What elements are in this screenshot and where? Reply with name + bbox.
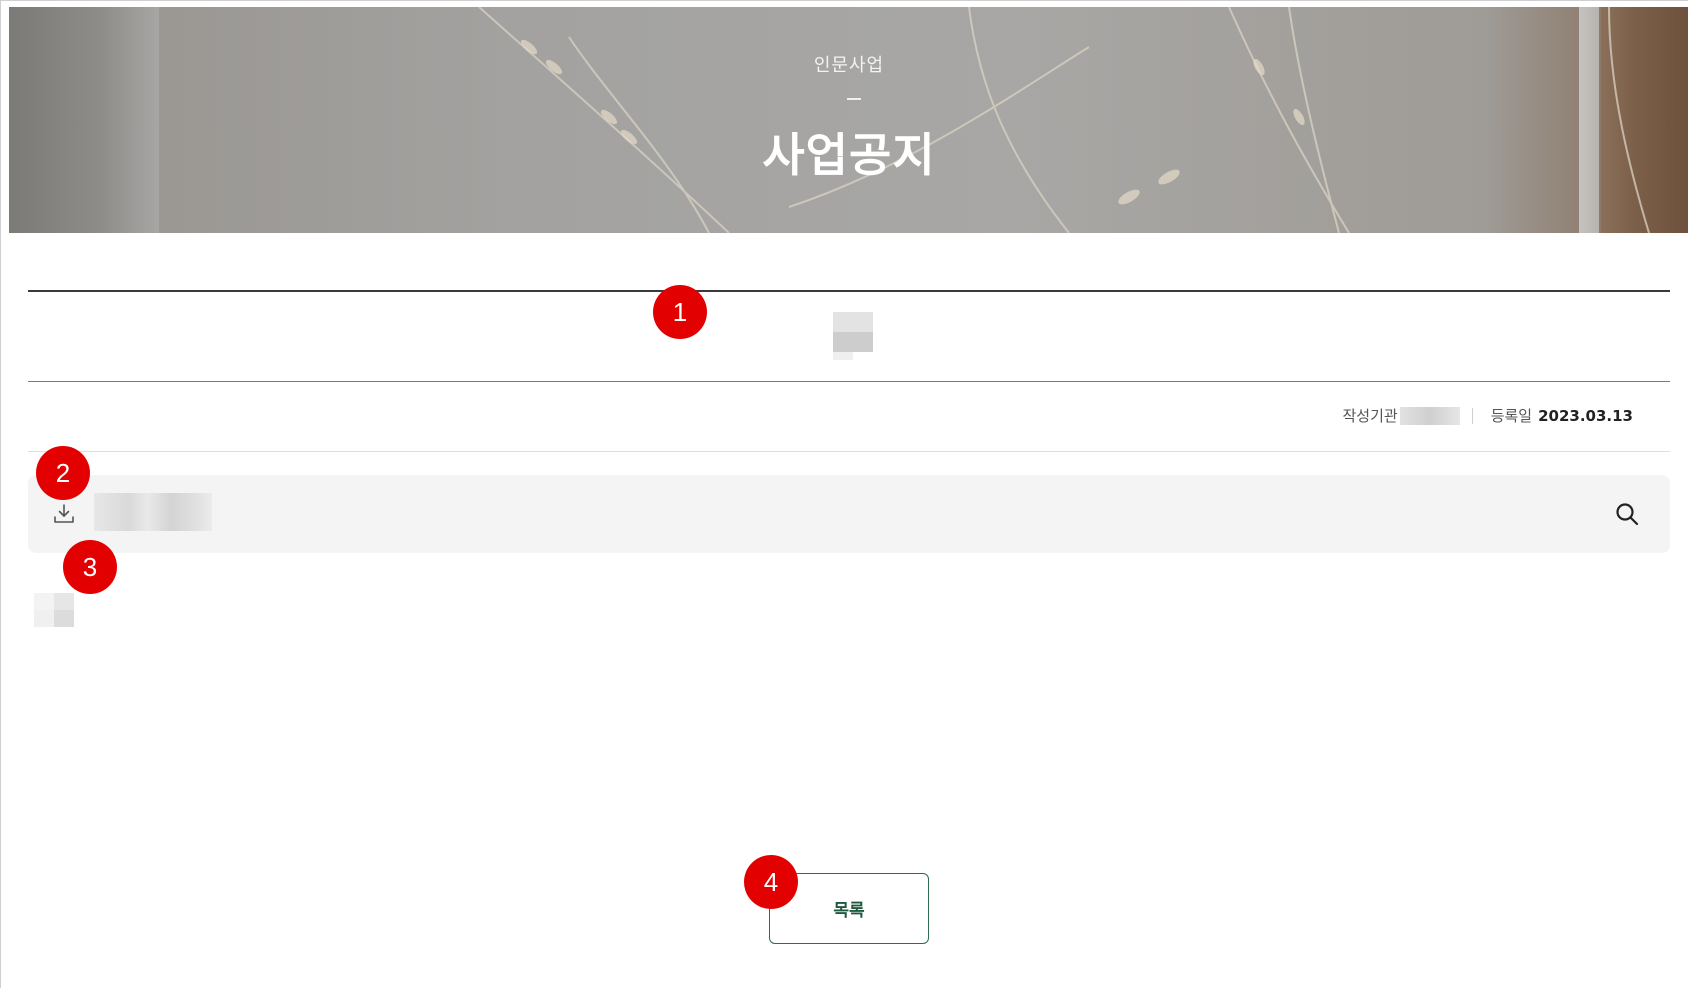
post-title-redacted <box>833 312 873 360</box>
title-bottom-rule <box>28 381 1670 382</box>
post-content-redacted <box>34 593 74 627</box>
title-top-rule <box>28 290 1670 292</box>
meta-bottom-rule <box>28 451 1670 452</box>
hero-divider <box>847 98 861 100</box>
hero-banner: 인문사업 사업공지 <box>9 7 1688 233</box>
marker-2: 2 <box>36 446 90 500</box>
page-frame: 인문사업 사업공지 작성기관 등록일 2023.03.13 목록 1 2 3 4 <box>0 0 1688 988</box>
marker-4: 4 <box>744 855 798 909</box>
date-value: 2023.03.13 <box>1538 406 1633 425</box>
download-icon[interactable] <box>52 502 76 526</box>
author-value-redacted <box>1399 406 1460 425</box>
marker-1: 1 <box>653 285 707 339</box>
meta-separator <box>1471 407 1473 424</box>
author-label: 작성기관 <box>1342 407 1398 425</box>
hero-subtitle: 인문사업 <box>813 55 885 76</box>
post-meta: 작성기관 등록일 2023.03.13 <box>1342 405 1633 426</box>
attachment-bar <box>28 475 1670 553</box>
marker-3: 3 <box>63 540 117 594</box>
attachment-filename-redacted[interactable] <box>94 493 212 531</box>
search-icon[interactable] <box>1614 501 1640 527</box>
date-label: 등록일 <box>1490 407 1533 425</box>
page-title: 사업공지 <box>762 128 936 182</box>
